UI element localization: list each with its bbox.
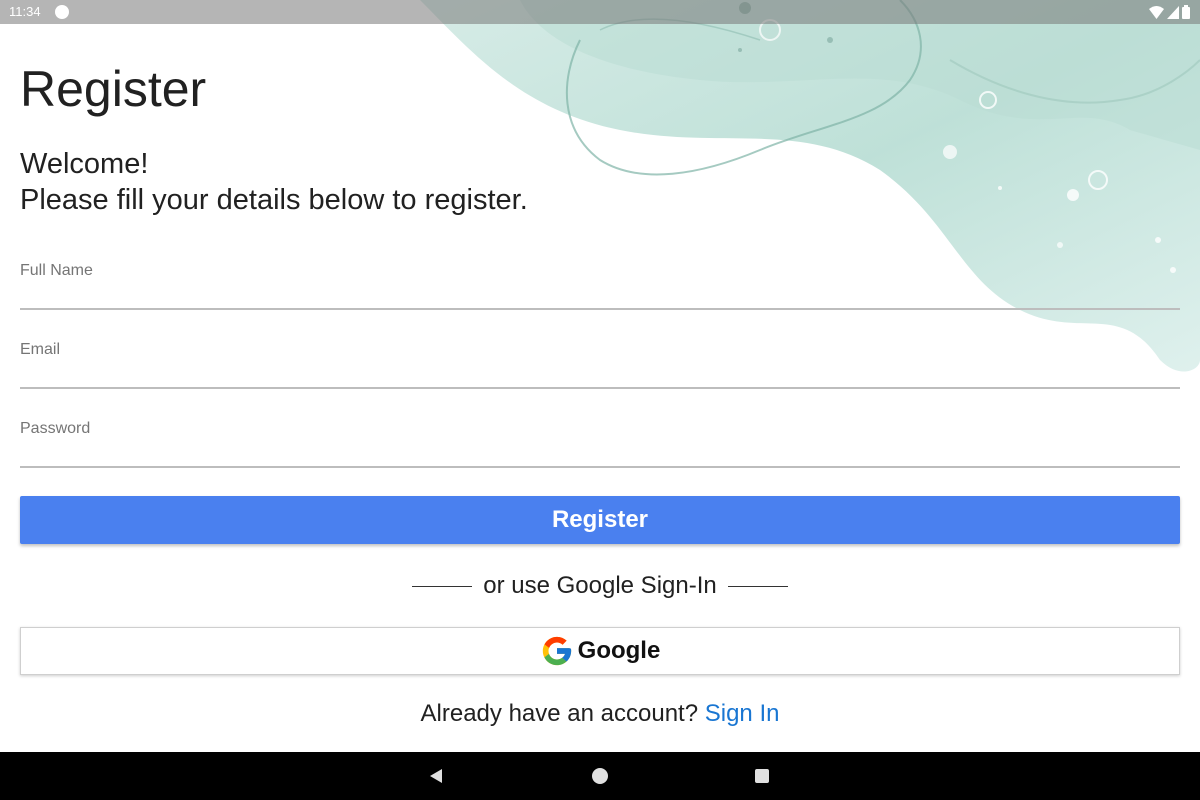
- status-time: 11:34: [9, 4, 41, 19]
- full-name-field: Full Name: [20, 262, 1180, 310]
- email-input[interactable]: [20, 362, 1180, 383]
- recent-apps-icon[interactable]: [755, 769, 769, 783]
- password-field: Password: [20, 420, 1180, 468]
- google-button-label: Google: [577, 637, 661, 664]
- register-button[interactable]: Register: [20, 496, 1180, 544]
- signin-prompt-text: Already have an account?: [420, 700, 699, 727]
- email-label: Email: [20, 341, 61, 358]
- google-signin-button[interactable]: Google: [20, 627, 1180, 675]
- divider-line-left: [412, 585, 473, 587]
- password-input[interactable]: [20, 441, 1180, 462]
- password-label: Password: [20, 420, 91, 437]
- navigation-bar: [0, 752, 1200, 800]
- wifi-icon: [1149, 5, 1164, 19]
- google-g-icon: [542, 636, 571, 666]
- full-name-input[interactable]: [20, 283, 1180, 304]
- signin-link[interactable]: Sign In: [705, 700, 780, 727]
- page-subtitle: Welcome! Please fill your details below …: [20, 146, 528, 218]
- page-title: Register: [20, 61, 207, 117]
- email-field: Email: [20, 341, 1180, 389]
- divider-text: or use Google Sign-In: [483, 572, 717, 599]
- signin-prompt-row: Already have an account? Sign In: [0, 700, 1200, 728]
- status-bar: 11:34: [0, 0, 1200, 24]
- signal-icon: [1167, 5, 1179, 19]
- status-icons: [1149, 4, 1190, 20]
- battery-icon: [1182, 5, 1190, 19]
- full-name-label: Full Name: [20, 262, 93, 279]
- home-icon[interactable]: [592, 768, 608, 784]
- app-notification-icon: [55, 5, 69, 19]
- welcome-text: Welcome!: [20, 148, 149, 180]
- google-signin-divider: or use Google Sign-In: [0, 570, 1200, 602]
- divider-line-right: [727, 585, 788, 587]
- back-icon[interactable]: [428, 768, 444, 784]
- instructions-text: Please fill your details below to regist…: [20, 184, 528, 216]
